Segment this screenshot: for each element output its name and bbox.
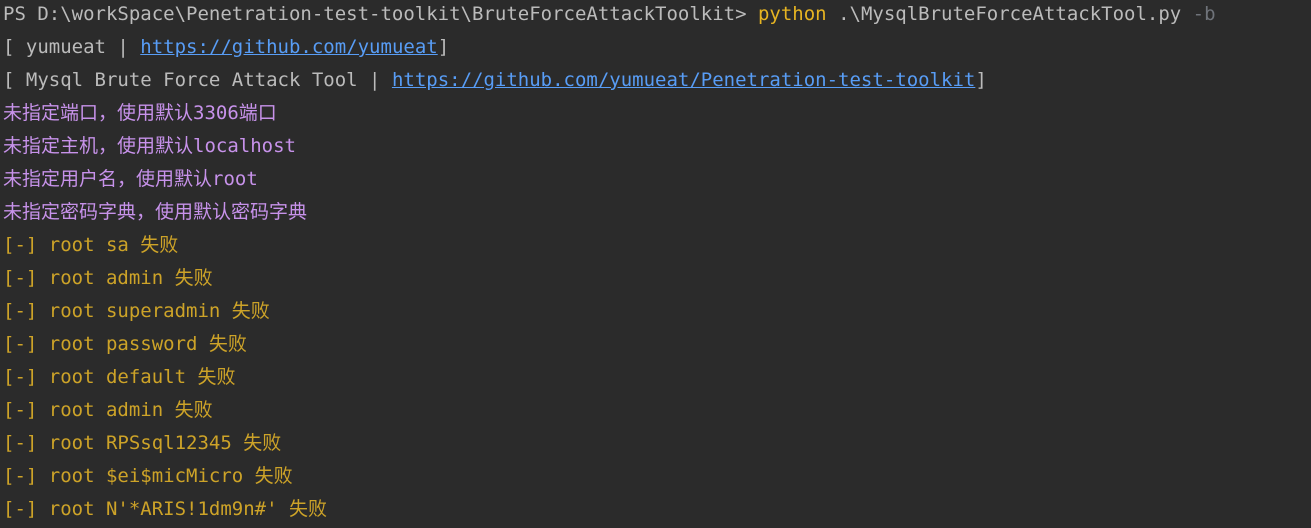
attempt-line: [-] root N'*ARIS!1dm9n#' 失败 — [3, 498, 327, 520]
banner-author-prefix: [ yumueat | — [3, 36, 141, 58]
banner-tool-prefix: [ Mysql Brute Force Attack Tool | — [3, 69, 392, 91]
tool-repo-link[interactable]: https://github.com/yumueat/Penetration-t… — [392, 69, 975, 91]
terminal-output[interactable]: PS D:\workSpace\Penetration-test-toolkit… — [3, 0, 1308, 525]
shell-prompt: PS D:\workSpace\Penetration-test-toolkit… — [3, 3, 758, 25]
info-message: 未指定主机，使用默认localhost — [3, 135, 296, 157]
attempt-line: [-] root RPSsql12345 失败 — [3, 432, 282, 454]
attempt-line: [-] root superadmin 失败 — [3, 300, 270, 322]
banner-author-line: [ yumueat | https://github.com/yumueat] — [3, 33, 1308, 66]
attempt-line: [-] root admin 失败 — [3, 267, 213, 289]
command-line: PS D:\workSpace\Penetration-test-toolkit… — [3, 0, 1308, 33]
python-command: python — [757, 3, 827, 25]
info-message: 未指定端口，使用默认3306端口 — [3, 102, 277, 124]
attempt-line: [-] root sa 失败 — [3, 234, 179, 256]
banner-author-suffix: ] — [437, 36, 450, 58]
attempt-line: [-] root password 失败 — [3, 333, 247, 355]
attempt-line: [-] root default 失败 — [3, 366, 236, 388]
info-message: 未指定密码字典，使用默认密码字典 — [3, 201, 308, 223]
banner-tool-line: [ Mysql Brute Force Attack Tool | https:… — [3, 66, 1308, 99]
attempt-line: [-] root admin 失败 — [3, 399, 213, 421]
banner-tool-suffix: ] — [975, 69, 987, 91]
attempt-line: [-] root $ei$micMicro 失败 — [3, 465, 293, 487]
command-flag: -b — [1192, 3, 1216, 25]
info-message: 未指定用户名，使用默认root — [3, 168, 258, 190]
author-github-link[interactable]: https://github.com/yumueat — [140, 36, 437, 58]
script-path: .\MysqlBruteForceAttackTool.py — [826, 3, 1193, 25]
